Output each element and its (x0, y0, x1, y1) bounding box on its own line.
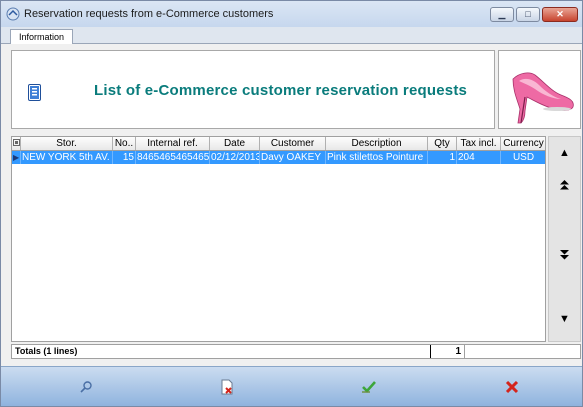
grid-navigation: ▲ ▼ (548, 136, 581, 342)
window-title: Reservation requests from e-Commerce cus… (24, 8, 274, 20)
title-bar: Reservation requests from e-Commerce cus… (1, 1, 582, 27)
table-row[interactable]: ▶ NEW YORK 5th AV. 15 84654654654651 02/… (12, 151, 545, 164)
cancel-icon (505, 380, 519, 394)
cell-internal-ref: 84654654654651 (137, 151, 210, 164)
column-header-store[interactable]: Stor. (21, 137, 113, 150)
grid-header: Stor. No.. Internal ref. Date Customer D… (12, 137, 545, 151)
arrow-down-icon: ▼ (559, 313, 570, 325)
close-button[interactable]: ✕ (542, 7, 578, 22)
page-down-button[interactable] (549, 243, 580, 267)
column-header-description[interactable]: Description (326, 137, 428, 150)
search-icon (80, 381, 92, 393)
double-arrow-up-icon (560, 180, 569, 190)
maximize-icon: □ (525, 9, 531, 19)
maximize-button[interactable]: □ (516, 7, 540, 22)
validate-button[interactable] (361, 379, 377, 395)
header-panel: List of e-Commerce customer reservation … (11, 50, 495, 129)
cell-customer: Davy OAKEY (260, 151, 326, 164)
column-header-date[interactable]: Date (210, 137, 260, 150)
app-icon (6, 7, 20, 21)
totals-qty: 1 (430, 345, 465, 358)
column-header-number[interactable]: No.. (113, 137, 136, 150)
tab-strip: Information (1, 27, 582, 45)
row-indicator-icon: ▶ (13, 151, 21, 164)
cell-number: 15 (113, 151, 136, 164)
next-row-button[interactable]: ▼ (549, 307, 580, 331)
grid-menu-icon (12, 139, 20, 146)
delete-document-icon (221, 379, 233, 395)
close-icon: ✕ (556, 9, 564, 19)
cell-description: Pink stilettos Pointure (326, 151, 428, 164)
search-button[interactable] (78, 379, 94, 395)
cancel-button[interactable] (504, 379, 520, 395)
cell-currency: USD (501, 151, 545, 164)
window-controls: ▁ □ ✕ (490, 7, 578, 22)
reservation-requests-window: Reservation requests from e-Commerce cus… (0, 0, 583, 407)
document-list-icon (28, 84, 41, 101)
cell-store: NEW YORK 5th AV. (21, 151, 113, 164)
action-bar (1, 366, 582, 406)
previous-row-button[interactable]: ▲ (549, 141, 580, 165)
validate-icon (362, 381, 376, 393)
tab-information[interactable]: Information (10, 29, 74, 45)
column-header-tax-incl[interactable]: Tax incl. (457, 137, 501, 150)
page-title: List of e-Commerce customer reservation … (94, 82, 468, 99)
column-header-currency[interactable]: Currency (501, 137, 545, 150)
product-image-panel (498, 50, 581, 129)
minimize-icon: ▁ (498, 9, 506, 19)
pink-shoe-image (512, 72, 574, 124)
column-header-qty[interactable]: Qty (428, 137, 457, 150)
row-selector-header[interactable] (12, 137, 21, 150)
reservation-grid: Stor. No.. Internal ref. Date Customer D… (11, 136, 546, 342)
cell-date: 02/12/2013 (211, 151, 260, 164)
delete-document-button[interactable] (219, 379, 235, 395)
totals-bar: Totals (1 lines) 1 (11, 344, 581, 359)
arrow-up-icon: ▲ (559, 147, 570, 159)
cell-qty: 1 (428, 151, 457, 164)
totals-label: Totals (1 lines) (15, 346, 78, 356)
column-header-internal-ref[interactable]: Internal ref. (136, 137, 210, 150)
page-up-button[interactable] (549, 173, 580, 197)
column-header-customer[interactable]: Customer (260, 137, 326, 150)
cell-tax-incl: 204 (457, 151, 501, 164)
content-area: List of e-Commerce customer reservation … (1, 44, 582, 366)
double-arrow-down-icon (560, 250, 569, 260)
minimize-button[interactable]: ▁ (490, 7, 514, 22)
